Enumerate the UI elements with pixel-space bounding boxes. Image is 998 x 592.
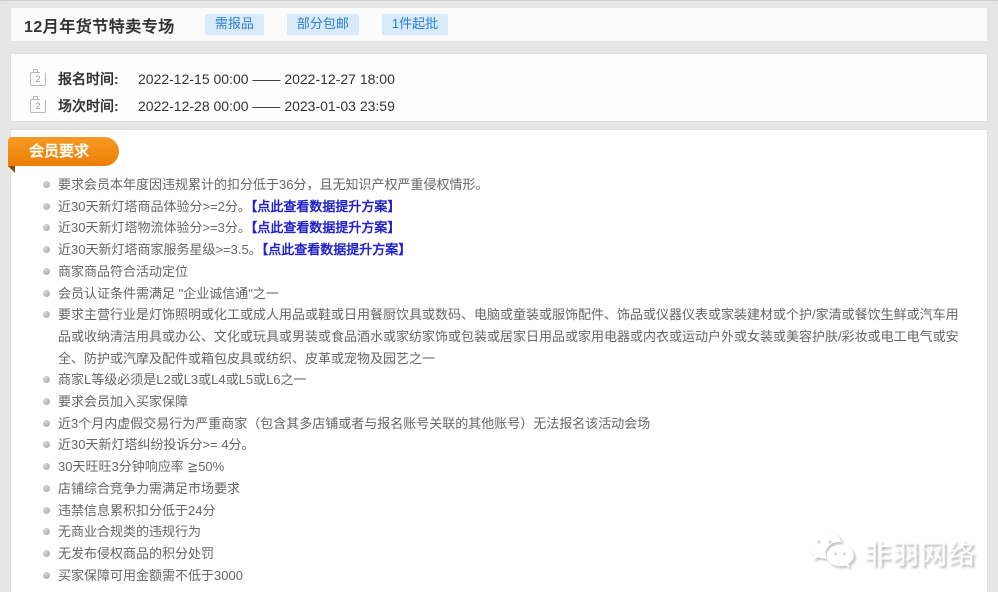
data-improve-link[interactable]: 【点此查看数据提升方案】 (251, 220, 401, 235)
requirement-item: 买家保障可用金额需不低于3000 (11, 565, 967, 587)
calendar-icon: 2 (30, 72, 46, 86)
requirement-item: 近30天新灯塔商品体验分>=2分。【点此查看数据提升方案】 (11, 196, 967, 218)
requirement-item: 会员认证条件需满足 "企业诚信通"之一 (11, 283, 967, 305)
requirement-item: 店铺综合竞争力需满足市场要求 (11, 478, 967, 500)
requirement-item: 要求主营行业是灯饰照明或化工或成人用品或鞋或日用餐厨饮具或数码、电脑或童装或服饰… (11, 304, 967, 369)
requirement-item: 要求会员加入买家保障 (11, 391, 967, 413)
session-time-row: 2 场次时间: 2022-12-28 00:00 —— 2023-01-03 2… (30, 93, 987, 118)
badge-need-report: 需报品 (205, 14, 264, 35)
requirement-item: 违禁信息累积扣分低于24分 (11, 500, 967, 522)
data-improve-link[interactable]: 【点此查看数据提升方案】 (262, 242, 412, 257)
badge-partial-free-shipping: 部分包邮 (287, 14, 359, 35)
schedule-panel: 2 报名时间: 2022-12-15 00:00 —— 2022-12-27 1… (10, 53, 988, 122)
requirement-item: 要求会员本年度因违规累计的扣分低于36分，且无知识产权严重侵权情形。 (11, 174, 967, 196)
data-improve-link[interactable]: 【点此查看数据提升方案】 (251, 199, 401, 214)
requirement-item: 近3个月内虚假交易行为严重商家（包含其多店铺或者与报名账号关联的其他账号）无法报… (11, 413, 967, 435)
page-title: 12月年货节特卖专场 (24, 13, 175, 37)
activity-requirements-page: 12月年货节特卖专场 需报品 部分包邮 1件起批 2 报名时间: 2022-12… (0, 0, 998, 592)
section-title-ribbon: 会员要求 (8, 137, 119, 166)
requirements-list: 要求会员本年度因违规累计的扣分低于36分，且无知识产权严重侵权情形。 近30天新… (11, 174, 987, 586)
signup-time-value: 2022-12-15 00:00 —— 2022-12-27 18:00 (138, 71, 395, 87)
member-requirements-panel: 会员要求 要求会员本年度因违规累计的扣分低于36分，且无知识产权严重侵权情形。 … (10, 129, 988, 592)
session-time-label: 场次时间: (58, 96, 130, 116)
badge-group: 需报品 部分包邮 1件起批 (205, 14, 448, 35)
session-time-value: 2022-12-28 00:00 —— 2023-01-03 23:59 (138, 98, 395, 114)
badge-min-order: 1件起批 (382, 14, 448, 35)
requirement-item: 30天旺旺3分钟响应率 ≧50% (11, 456, 967, 478)
requirement-item: 近30天新灯塔商家服务星级>=3.5。【点此查看数据提升方案】 (11, 239, 967, 261)
signup-time-row: 2 报名时间: 2022-12-15 00:00 —— 2022-12-27 1… (30, 66, 987, 91)
requirement-item: 近30天新灯塔物流体验分>=3分。【点此查看数据提升方案】 (11, 217, 967, 239)
title-bar: 12月年货节特卖专场 需报品 部分包邮 1件起批 (10, 7, 988, 42)
requirement-item: 无商业合规类的违规行为 (11, 521, 967, 543)
requirement-item: 无发布侵权商品的积分处罚 (11, 543, 967, 565)
ribbon-fold (8, 166, 15, 173)
requirement-item: 商家商品符合活动定位 (11, 261, 967, 283)
requirement-item: 近30天新灯塔纠纷投诉分>= 4分。 (11, 434, 967, 456)
calendar-icon: 2 (30, 99, 46, 113)
requirement-item: 商家L等级必须是L2或L3或L4或L5或L6之一 (11, 369, 967, 391)
signup-time-label: 报名时间: (58, 69, 130, 89)
